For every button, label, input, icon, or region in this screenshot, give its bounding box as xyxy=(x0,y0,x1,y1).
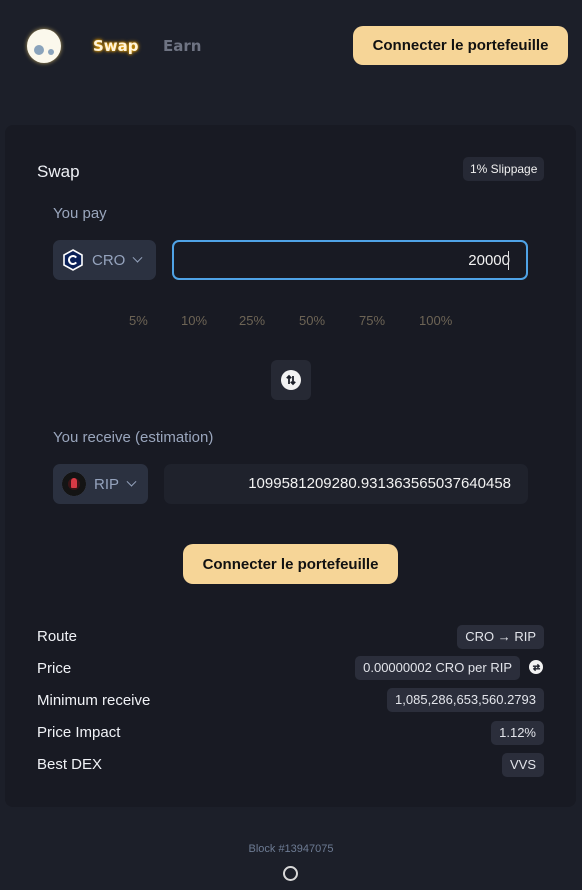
slippage-button[interactable]: 1% Slippage xyxy=(463,157,545,181)
pct-50-button[interactable]: 50% xyxy=(299,313,325,328)
text-caret xyxy=(508,251,509,270)
route-label: Route xyxy=(37,628,78,645)
pct-5-button[interactable]: 5% xyxy=(129,313,148,328)
price-impact-label: Price Impact xyxy=(37,724,121,741)
receive-token-select[interactable]: RIP xyxy=(53,464,148,504)
minimum-receive-label: Minimum receive xyxy=(37,692,151,709)
pct-75-button[interactable]: 75% xyxy=(359,313,385,328)
pct-10-button[interactable]: 10% xyxy=(181,313,207,328)
loading-spinner-icon xyxy=(283,866,298,881)
receive-amount-output: 1099581209280.931363565037640458 xyxy=(164,464,528,504)
ghost-logo-icon[interactable] xyxy=(27,29,61,63)
connect-wallet-button[interactable]: Connecter le portefeuille xyxy=(183,544,398,584)
pct-25-button[interactable]: 25% xyxy=(239,313,265,328)
chevron-down-icon xyxy=(132,252,143,263)
logo-eye-right xyxy=(48,49,54,55)
price-value: 0.00000002 CRO per RIP xyxy=(355,656,520,680)
best-dex-label: Best DEX xyxy=(37,756,103,773)
you-receive-label: You receive (estimation) xyxy=(53,429,214,446)
logo-eye-left xyxy=(34,45,44,55)
best-dex-value: VVS xyxy=(501,753,544,777)
receive-token-name: RIP xyxy=(94,475,120,493)
pay-token-name: CRO xyxy=(92,251,126,269)
chevron-down-icon xyxy=(126,476,137,487)
cro-icon xyxy=(63,249,83,271)
pay-amount-input[interactable] xyxy=(172,240,528,280)
pct-100-button[interactable]: 100% xyxy=(419,313,452,328)
nav-earn[interactable]: Earn xyxy=(163,37,201,55)
invert-price-icon[interactable] xyxy=(529,660,543,674)
top-navbar: Swap Earn Connecter le portefeuille xyxy=(0,0,582,95)
swap-card: Swap 1% Slippage You pay CRO 5% 10% 25% … xyxy=(5,125,576,807)
price-label: Price xyxy=(37,660,72,677)
percentage-row: 5% 10% 25% 50% 75% 100% xyxy=(5,313,576,333)
flip-direction-button[interactable] xyxy=(271,360,311,400)
block-number: Block #13947075 xyxy=(248,843,334,855)
price-impact-value: 1.12% xyxy=(491,721,544,745)
route-value: CRO → RIP xyxy=(457,625,544,649)
swap-direction-icon xyxy=(281,370,301,390)
you-pay-label: You pay xyxy=(53,205,107,222)
rip-token-icon xyxy=(62,472,86,496)
nav-swap[interactable]: Swap xyxy=(93,37,139,55)
minimum-receive-value: 1,085,286,653,560.2793 xyxy=(387,688,544,712)
connect-wallet-button-header[interactable]: Connecter le portefeuille xyxy=(353,26,568,65)
swap-title: Swap xyxy=(37,162,80,181)
pay-token-select[interactable]: CRO xyxy=(53,240,156,280)
